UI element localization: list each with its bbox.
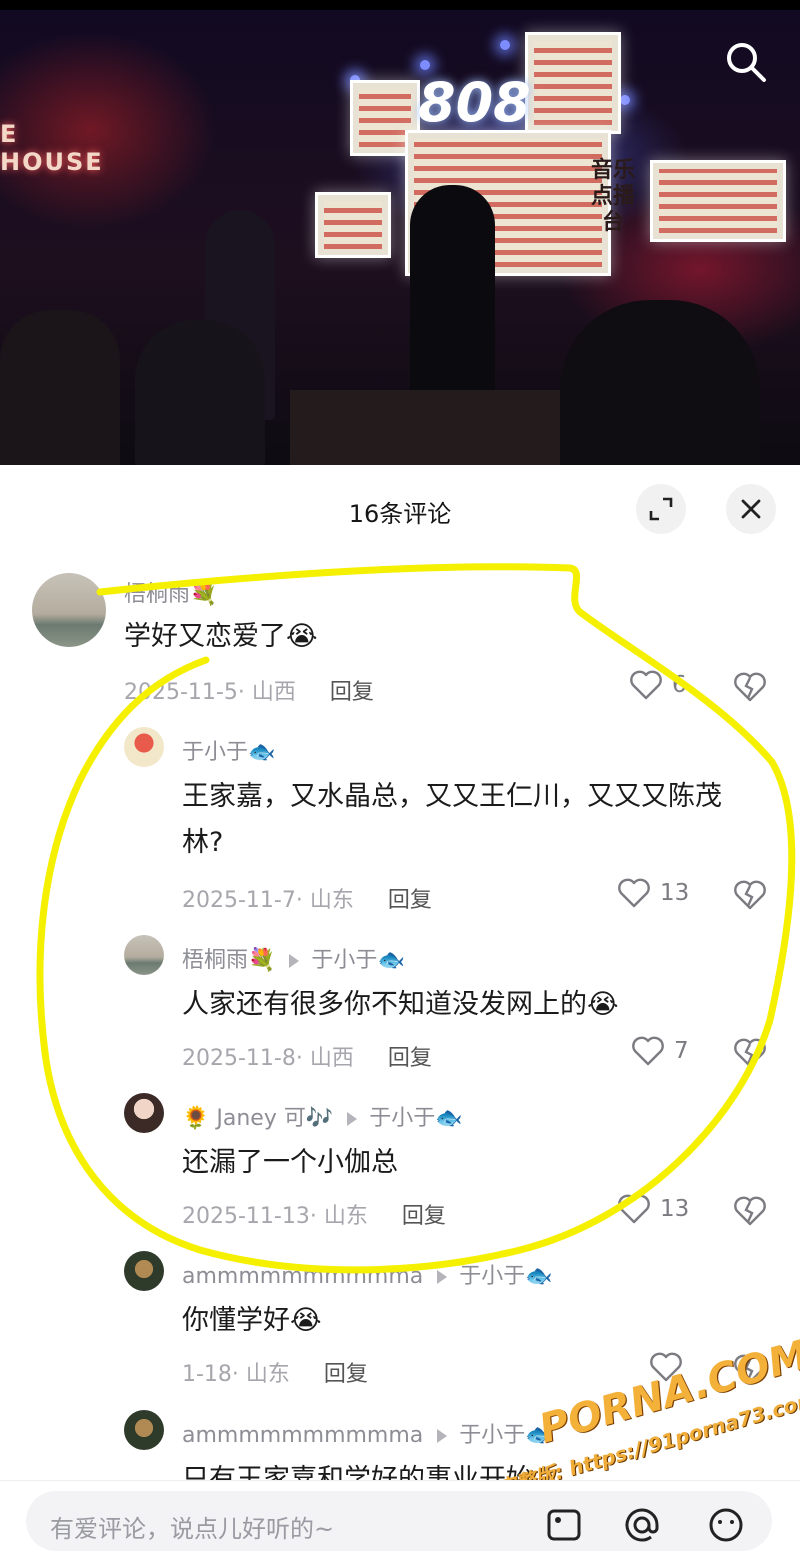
close-button[interactable] — [726, 484, 776, 534]
like-count: 7 — [674, 1038, 689, 1064]
broken-heart-icon[interactable] — [734, 880, 766, 910]
like-button[interactable]: 7 — [632, 1036, 689, 1066]
comment-text: 王家嘉，又水晶总，又又王仁川，又又又陈茂林? — [182, 781, 722, 858]
author-badge: 💐 — [190, 582, 218, 607]
expand-button[interactable] — [636, 484, 686, 534]
reply-arrow-icon — [437, 1270, 448, 1284]
avatar[interactable] — [124, 1093, 164, 1133]
comment-text: 学好又恋爱了😭 — [124, 621, 318, 652]
heart-icon — [630, 670, 662, 700]
date-location: 2025-11-8· 山西 — [182, 1046, 354, 1071]
author-name: ammmmmmmmmma — [182, 1264, 424, 1289]
reply-arrow-icon — [437, 1429, 448, 1443]
stage-light — [620, 95, 630, 105]
neon-sign: E HOUSE — [0, 120, 104, 176]
reply-button[interactable]: 回复 — [402, 1204, 446, 1229]
led-screen — [315, 192, 391, 258]
like-count: 13 — [660, 1196, 690, 1222]
heart-icon — [632, 1036, 664, 1066]
comment-meta: 2025-11-7· 山东 回复 — [182, 882, 432, 914]
avatar[interactable] — [124, 1251, 164, 1291]
expand-icon — [649, 497, 673, 521]
author-name: 梧桐雨 — [124, 582, 191, 607]
avatar[interactable] — [124, 1410, 164, 1450]
reply-button[interactable]: 回复 — [330, 680, 374, 705]
video-player[interactable]: E HOUSE 808 音乐点播台 — [0, 10, 800, 465]
comment-meta: 1-18· 山东 回复 — [182, 1356, 368, 1388]
stage-logo: 808 — [418, 71, 531, 134]
image-icon[interactable] — [544, 1505, 584, 1545]
author-name: 🌻 Janey 可🎶 — [182, 1106, 334, 1131]
comment-author[interactable]: 梧桐雨💐 — [124, 576, 217, 608]
date-location: 2025-11-7· 山东 — [182, 888, 354, 913]
author-name: 梧桐雨 — [182, 948, 249, 973]
reply-to-name: 于小于 — [369, 1106, 436, 1131]
comment-input-bar: 有爱评论，说点儿好听的~ — [0, 1480, 800, 1551]
like-button[interactable]: 13 — [618, 878, 689, 908]
author-name: 于小于 — [182, 740, 249, 765]
led-screen — [650, 160, 786, 242]
comment-author[interactable]: 梧桐雨💐 于小于🐟 — [182, 942, 405, 974]
screen-vertical-text: 音乐点播台 — [590, 158, 635, 235]
table-silhouette — [290, 390, 560, 465]
reply-to-name: 于小于 — [459, 1264, 526, 1289]
avatar[interactable] — [32, 573, 106, 647]
search-icon[interactable] — [722, 38, 770, 86]
led-screen — [525, 32, 621, 134]
comment-meta: 2025-11-8· 山西 回复 — [182, 1040, 432, 1072]
stage-light — [420, 60, 430, 70]
comment-text: 还漏了一个小伽总 — [182, 1147, 398, 1178]
emoji-icon[interactable] — [706, 1505, 746, 1545]
broken-heart-icon[interactable] — [734, 1196, 766, 1226]
heart-icon — [618, 1194, 650, 1224]
avatar[interactable] — [124, 935, 164, 975]
comment-meta: 2025-11-13· 山东 回复 — [182, 1198, 446, 1230]
reply-button[interactable]: 回复 — [388, 888, 432, 913]
like-count: 13 — [660, 880, 690, 906]
reply-arrow-icon — [347, 1112, 358, 1126]
reply-to-badge: 🐟 — [435, 1106, 463, 1131]
reply-to-badge: 🐟 — [525, 1264, 553, 1289]
close-icon — [741, 499, 761, 519]
heart-icon — [618, 878, 650, 908]
comment-input-placeholder: 有爱评论，说点儿好听的~ — [50, 1515, 335, 1543]
audience-silhouette — [560, 300, 760, 465]
status-strip — [0, 0, 800, 10]
comment-text: 人家还有很多你不知道没发网上的😭 — [182, 989, 619, 1020]
reply-arrow-icon — [289, 954, 300, 968]
date-location: 1-18· 山东 — [182, 1362, 290, 1387]
author-badge: 🐟 — [248, 740, 276, 765]
comment-meta: 2025-11-5· 山西 回复 — [124, 674, 374, 706]
comment-author[interactable]: 🌻 Janey 可🎶 于小于🐟 — [182, 1100, 463, 1132]
comment-author[interactable]: ammmmmmmmmma 于小于🐟 — [182, 1258, 553, 1290]
mention-icon[interactable] — [622, 1505, 662, 1545]
date-location: 2025-11-13· 山东 — [182, 1204, 368, 1229]
avatar[interactable] — [124, 727, 164, 767]
author-badge: 💐 — [248, 948, 276, 973]
comment-text: 你懂学好😭 — [182, 1305, 322, 1336]
like-button[interactable]: 13 — [618, 1194, 689, 1224]
reply-button[interactable]: 回复 — [324, 1362, 368, 1387]
reply-to-name: 于小于 — [311, 948, 378, 973]
broken-heart-icon[interactable] — [734, 1038, 766, 1068]
broken-heart-icon[interactable] — [734, 672, 766, 702]
date-location: 2025-11-5· 山西 — [124, 680, 296, 705]
like-count: 6 — [672, 672, 687, 698]
like-button[interactable]: 6 — [630, 670, 687, 700]
stage-light — [500, 40, 510, 50]
author-name: ammmmmmmmmma — [182, 1423, 424, 1448]
comment-author[interactable]: 于小于🐟 — [182, 734, 275, 766]
reply-button[interactable]: 回复 — [388, 1046, 432, 1071]
audience-silhouette — [0, 310, 120, 465]
comment-input[interactable]: 有爱评论，说点儿好听的~ — [26, 1491, 772, 1551]
audience-silhouette — [135, 320, 265, 465]
reply-to-badge: 🐟 — [377, 948, 405, 973]
